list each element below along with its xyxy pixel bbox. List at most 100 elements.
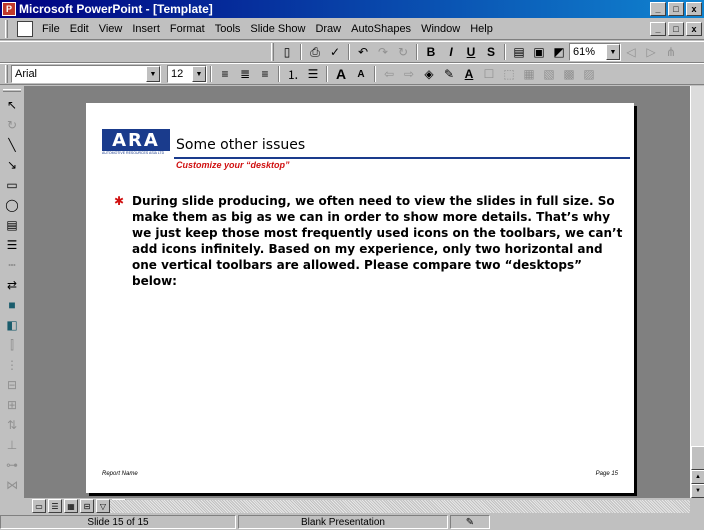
bullet-item[interactable]: ✱ During slide producing, we often need … — [114, 193, 626, 289]
underline-icon[interactable]: U — [461, 43, 481, 61]
bring-forward-icon[interactable]: ▩ — [559, 65, 579, 83]
oval-icon[interactable]: ◯ — [2, 195, 22, 215]
doc-restore-button[interactable]: □ — [668, 22, 684, 36]
3d-style-icon[interactable]: ⬚ — [499, 65, 519, 83]
undo-icon[interactable]: ↶ — [353, 43, 373, 61]
toolbar-grip[interactable] — [271, 43, 274, 61]
ungroup-icon[interactable]: ▧ — [539, 65, 559, 83]
italic-icon[interactable]: I — [441, 43, 461, 61]
fill-color-icon[interactable]: ◈ — [419, 65, 439, 83]
toolbar-grip[interactable] — [3, 89, 21, 92]
menu-help[interactable]: Help — [465, 23, 498, 35]
line-style-icon[interactable]: ☰ — [2, 235, 22, 255]
expand-icon[interactable]: ⋔ — [661, 43, 681, 61]
grayscale-icon[interactable]: ◩ — [549, 43, 569, 61]
demote-icon[interactable]: ▷ — [641, 43, 661, 61]
menu-autoshapes[interactable]: AutoShapes — [346, 23, 416, 35]
vertical-scrollbar[interactable]: ▲ ▼ — [690, 86, 704, 498]
send-backward-icon[interactable]: ▨ — [579, 65, 599, 83]
menu-file[interactable]: File — [37, 23, 65, 35]
arrow-right-icon[interactable]: ⇨ — [399, 65, 419, 83]
slide-sorter-icon[interactable]: ▦ — [64, 499, 78, 513]
notes-view-icon[interactable]: ⊟ — [80, 499, 94, 513]
menu-insert[interactable]: Insert — [127, 23, 165, 35]
font-size-select[interactable]: 12 ▼ — [167, 65, 207, 83]
arrow-icon[interactable]: ↘ — [2, 155, 22, 175]
3d-icon[interactable]: ◧ — [2, 315, 22, 335]
align-left-icon[interactable]: ≡ — [215, 65, 235, 83]
slide-workspace[interactable]: ARA AUTOMOTIVE RESOURCES ASIA LTD Some o… — [24, 86, 690, 498]
chevron-down-icon[interactable]: ▼ — [192, 66, 206, 82]
increase-font-icon[interactable]: A — [331, 65, 351, 83]
previous-slide-button[interactable]: ▲ — [691, 470, 704, 484]
align-icon[interactable]: ⫿ — [2, 335, 22, 355]
menu-slide-show[interactable]: Slide Show — [245, 23, 310, 35]
group-icon[interactable]: ▦ — [519, 65, 539, 83]
new-icon[interactable]: ▯ — [277, 43, 297, 61]
chevron-down-icon[interactable]: ▼ — [606, 44, 620, 60]
print-icon[interactable]: ⎙ — [305, 43, 325, 61]
slide-subtitle[interactable]: Customize your “desktop” — [176, 160, 290, 170]
rectangle-icon[interactable]: ▭ — [2, 175, 22, 195]
arrow-style-icon[interactable]: ⇄ — [2, 275, 22, 295]
redo-icon[interactable]: ↷ — [373, 43, 393, 61]
select-arrow-icon[interactable]: ↖ — [2, 95, 22, 115]
doc-minimize-button[interactable]: _ — [650, 22, 666, 36]
order-icon[interactable]: ⊟ — [2, 375, 22, 395]
menu-grip[interactable] — [5, 19, 8, 38]
menu-window[interactable]: Window — [416, 23, 465, 35]
textbox-icon[interactable]: ▤ — [2, 215, 22, 235]
repeat-icon[interactable]: ↻ — [393, 43, 413, 61]
numbering-icon[interactable]: ⒈ — [283, 65, 303, 83]
promote-icon[interactable]: ◁ — [621, 43, 641, 61]
slide-title[interactable]: Some other issues — [176, 137, 305, 153]
outline-view-icon[interactable]: ☰ — [48, 499, 62, 513]
bullets-icon[interactable]: ☰ — [303, 65, 323, 83]
scroll-thumb[interactable] — [691, 446, 704, 470]
menu-tools[interactable]: Tools — [210, 23, 246, 35]
flip-icon[interactable]: ⊥ — [2, 435, 22, 455]
dash-style-icon[interactable]: ┅ — [2, 255, 22, 275]
edit-points-icon[interactable]: ⋈ — [2, 475, 22, 495]
normal-view-icon[interactable]: ▭ — [32, 499, 46, 513]
distribute-icon[interactable]: ⋮ — [2, 355, 22, 375]
decrease-font-icon[interactable]: A — [351, 65, 371, 83]
font-color-icon[interactable]: A — [459, 65, 479, 83]
title-bar: P Microsoft PowerPoint - [Template] _ □ … — [0, 0, 704, 18]
arrow-left-icon[interactable]: ⇦ — [379, 65, 399, 83]
close-button[interactable]: x — [686, 2, 702, 16]
shadow-icon[interactable]: ■ — [2, 295, 22, 315]
spelling-icon[interactable]: ✓ — [325, 43, 345, 61]
font-select[interactable]: Arial ▼ — [11, 65, 161, 83]
document-icon[interactable] — [17, 20, 33, 37]
next-slide-button[interactable]: ▼ — [691, 484, 704, 498]
align-right-icon[interactable]: ≡ — [255, 65, 275, 83]
line-color-icon[interactable]: ✎ — [439, 65, 459, 83]
menu-format[interactable]: Format — [165, 23, 210, 35]
toolbar-grip[interactable] — [5, 65, 8, 83]
align-center-icon[interactable]: ≣ — [235, 65, 255, 83]
menu-draw[interactable]: Draw — [310, 23, 346, 35]
zoom-select[interactable]: 61% ▼ — [569, 43, 621, 61]
connector-icon[interactable]: ⊶ — [2, 455, 22, 475]
chevron-down-icon[interactable]: ▼ — [146, 66, 160, 82]
menu-view[interactable]: View — [94, 23, 128, 35]
doc-close-button[interactable]: x — [686, 22, 702, 36]
nudge-icon[interactable]: ⊞ — [2, 395, 22, 415]
powerpoint-icon[interactable]: P — [2, 2, 16, 16]
slide[interactable]: ARA AUTOMOTIVE RESOURCES ASIA LTD Some o… — [86, 103, 634, 493]
horizontal-scrollbar[interactable] — [110, 500, 690, 513]
bold-icon[interactable]: B — [421, 43, 441, 61]
rotate-icon[interactable]: ⇅ — [2, 415, 22, 435]
new-slide-icon[interactable]: ▤ — [509, 43, 529, 61]
menu-edit[interactable]: Edit — [65, 23, 94, 35]
shadow-style-icon[interactable]: ☐ — [479, 65, 499, 83]
slide-layout-icon[interactable]: ▣ — [529, 43, 549, 61]
free-rotate-icon[interactable]: ↻ — [2, 115, 22, 135]
shadow-icon[interactable]: S — [481, 43, 501, 61]
minimize-button[interactable]: _ — [650, 2, 666, 16]
restore-button[interactable]: □ — [668, 2, 684, 16]
line-icon[interactable]: ╲ — [2, 135, 22, 155]
slide-show-icon[interactable]: ▽ — [96, 499, 110, 513]
spelling-status-icon[interactable]: ✎ — [450, 515, 490, 529]
